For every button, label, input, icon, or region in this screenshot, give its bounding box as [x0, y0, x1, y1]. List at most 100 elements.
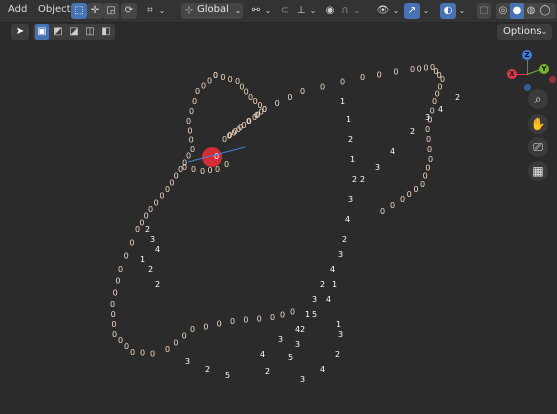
curve-point: 0 [257, 314, 262, 323]
snap-target-icon: ⊥ [296, 5, 306, 16]
curve-point: 0 [287, 93, 292, 102]
curve-point: 0 [111, 320, 116, 329]
segment-label: 4 [345, 215, 350, 224]
visibility-dropdown[interactable]: 👁 ⌄ [375, 3, 401, 19]
curve-point: 0 [413, 185, 418, 194]
segment-label: 3 [278, 335, 283, 344]
perspective-toggle-button[interactable]: ▦ [528, 161, 548, 181]
select-mode-group: ▣ ◩ ◪ ◫ ◧ [33, 24, 115, 40]
curve-point: 0 [159, 192, 164, 201]
curve-point: 0 [230, 317, 235, 326]
rotate-icon: ⟳ [124, 5, 134, 16]
curve-point: 0 [417, 64, 422, 73]
curve-point: 0 [124, 342, 129, 351]
solid-shading-icon[interactable]: ● [510, 3, 524, 19]
snap-icon: ⊂ [280, 5, 290, 16]
curve-point: 0 [246, 117, 251, 126]
snap-toggle[interactable]: ⊂ [277, 3, 293, 19]
transform-button[interactable]: ⌗ ⌄ [143, 3, 167, 19]
gizmo-y-axis[interactable]: Y [539, 64, 549, 74]
curve-point: 0 [390, 201, 395, 210]
segment-label: 1 [346, 115, 351, 124]
select-new-icon[interactable]: ▣ [35, 24, 49, 40]
select-subtract-icon[interactable]: ◪ [67, 24, 81, 40]
select-invert-icon[interactable]: ◫ [83, 24, 97, 40]
select-extend-icon[interactable]: ◩ [51, 24, 65, 40]
curve-point: 0 [430, 106, 435, 115]
xray-toggle[interactable]: ▢ [477, 3, 491, 19]
segment-label: 2 [265, 367, 270, 376]
chevron-down-icon: ⌄ [264, 6, 272, 15]
curve-canvas[interactable]: 0000000000000000000000000000000000 0 00 0 0 0… [0, 42, 557, 414]
tool-move-button[interactable]: ✛ [87, 3, 103, 19]
curve-point: 0 [201, 82, 206, 91]
segment-label: 3 [300, 375, 305, 384]
proportional-toggle[interactable]: ◉ [322, 3, 338, 19]
tool-scale-button[interactable]: ◲ [103, 3, 119, 19]
menu-add[interactable]: Add [8, 4, 27, 15]
segment-label: 4 [295, 325, 300, 334]
curve-point: 0 [169, 178, 174, 187]
curve-point: 0 [200, 167, 205, 176]
gizmo-neg-x[interactable] [549, 76, 556, 83]
active-tool-button[interactable]: ➤ [11, 24, 29, 40]
menu-object[interactable]: Object [38, 4, 71, 15]
curve-point: 0 [135, 225, 140, 234]
curve-point: 0 [217, 320, 222, 329]
zoom-button[interactable]: ⌕ [528, 89, 548, 109]
segment-label: 5 [288, 353, 293, 362]
gizmo-x-axis[interactable]: X [507, 69, 517, 79]
segment-label: 1 [332, 280, 337, 289]
camera-icon: ⎚ [533, 140, 543, 154]
curve-point: 0 [124, 252, 129, 261]
curve-point: 0 [254, 111, 259, 120]
segment-label: 4 [438, 105, 443, 114]
tool-select-button[interactable]: ⬚ [71, 3, 87, 19]
curve-point: 0 [208, 166, 213, 175]
curve-point: 0 [113, 288, 118, 297]
segment-label: 3 [338, 250, 343, 259]
camera-view-button[interactable]: ⎚ [528, 137, 548, 157]
tool-rotate-button[interactable]: ⟳ [121, 3, 137, 19]
overlay-toggle[interactable]: ◐ [440, 3, 456, 19]
segment-label: 2 [455, 93, 460, 102]
curve-point: 0 [340, 78, 345, 87]
curve-point: 0 [165, 185, 170, 194]
gizmo-dropdown[interactable]: ⌄ [420, 3, 432, 19]
segment-label: 3 [295, 340, 300, 349]
segment-label: 2 [205, 365, 210, 374]
curve-point: 0 [165, 345, 170, 354]
material-shading-icon[interactable]: ◍ [524, 3, 538, 19]
curve-point: 0 [275, 99, 280, 108]
gizmo-z-axis[interactable]: Z [522, 50, 532, 60]
gizmo-toggle[interactable]: ↗ [404, 3, 420, 19]
xray-icon: ▢ [479, 5, 489, 16]
curve-point: 0 [290, 308, 295, 317]
pivot-dropdown[interactable]: ⚯ ⌄ [249, 3, 273, 19]
transform-orientation-dropdown[interactable]: ⊹ Global ⌄ [181, 3, 243, 19]
navigation-gizmo[interactable]: Z X Y [505, 50, 556, 96]
wireframe-shading-icon[interactable]: ◎ [496, 3, 510, 19]
curve-point: 0 [220, 73, 225, 82]
segment-label: 5 [225, 371, 230, 380]
overlay-dropdown[interactable]: ⌄ [456, 3, 468, 19]
scale-icon: ◲ [106, 5, 116, 16]
3d-viewport[interactable]: 0000000000000000000000000000000000000000… [0, 42, 557, 414]
segment-label: 2 [300, 325, 305, 334]
rendered-shading-icon[interactable]: ◯ [538, 3, 552, 19]
snap-target-dropdown[interactable]: ⊥ ⌄ [294, 3, 318, 19]
curve-point: 0 [425, 125, 430, 134]
pivot-icon: ⚯ [251, 5, 261, 16]
chevron-down-icon: ⌄ [422, 6, 430, 15]
curve-point: 0 [270, 313, 275, 322]
falloff-icon: ∩ [341, 5, 349, 16]
pan-button[interactable]: ✋ [528, 114, 548, 134]
falloff-dropdown[interactable]: ∩ ⌄ [338, 3, 362, 19]
segment-label: 1 [340, 97, 345, 106]
options-dropdown[interactable]: Options ⌄ [497, 24, 552, 40]
gizmo-neg-z[interactable] [524, 84, 531, 91]
curve-point: 0 [129, 238, 134, 247]
curve-point: 0 [224, 160, 229, 169]
segment-label: 1 [350, 155, 355, 164]
select-intersect-icon[interactable]: ◧ [99, 24, 113, 40]
